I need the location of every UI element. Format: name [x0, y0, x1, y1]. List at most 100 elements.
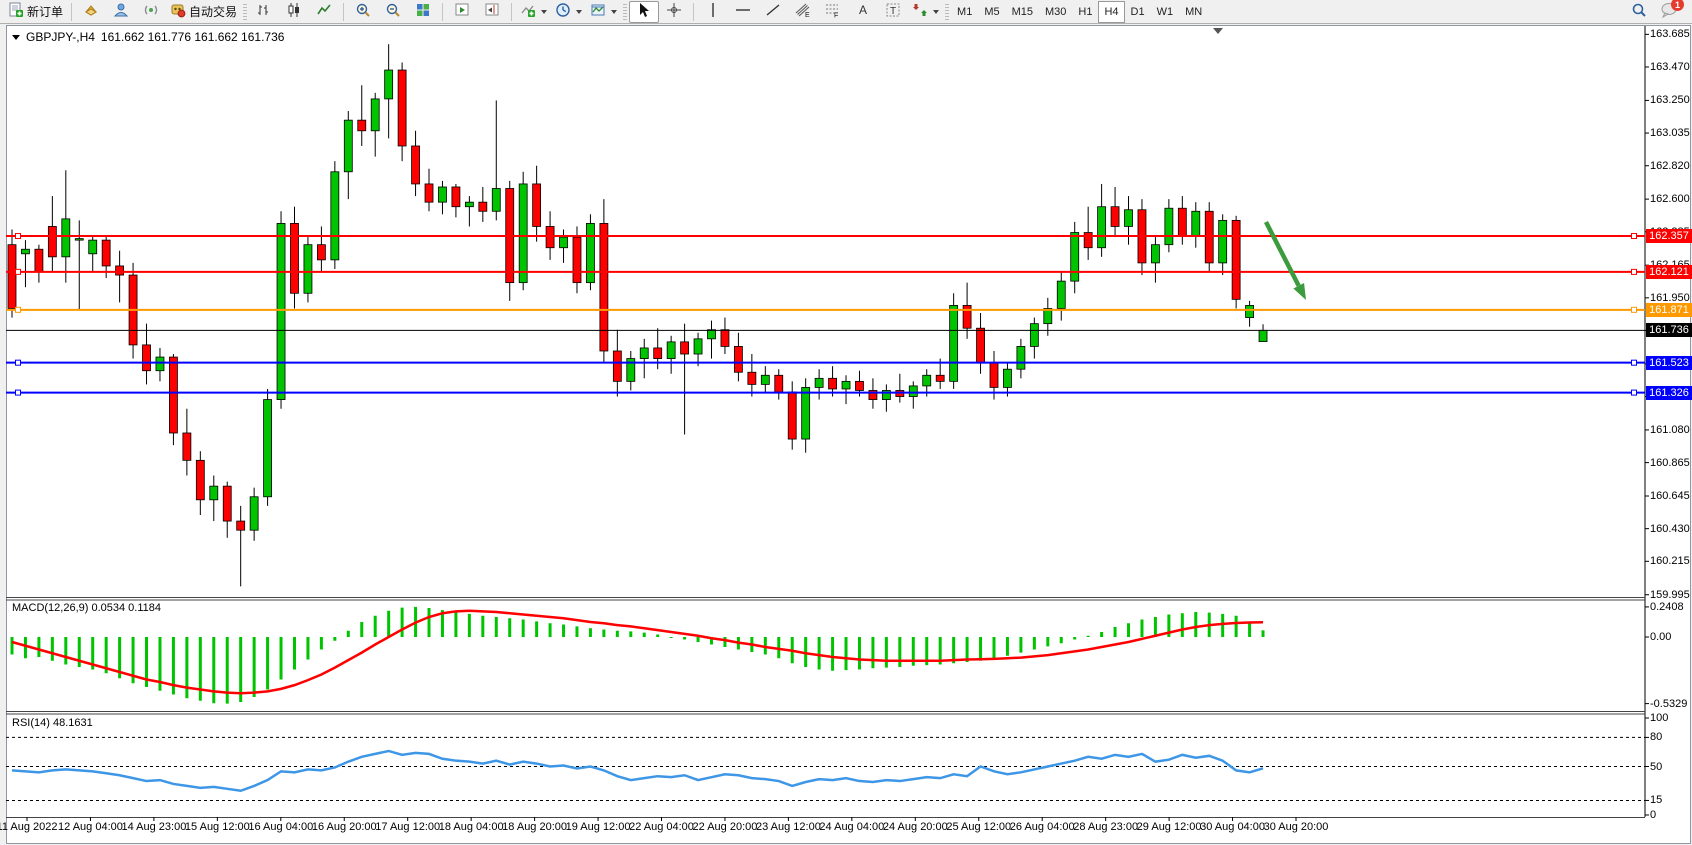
candle-body[interactable]: [344, 120, 352, 172]
candle-body[interactable]: [815, 378, 823, 387]
candle-body[interactable]: [1219, 220, 1227, 263]
line-handle[interactable]: [1632, 307, 1637, 312]
candle-body[interactable]: [923, 375, 931, 386]
candle-body[interactable]: [909, 386, 917, 397]
line-handle[interactable]: [1632, 390, 1637, 395]
candle-body[interactable]: [640, 348, 648, 359]
candle-body[interactable]: [573, 237, 581, 283]
candle-body[interactable]: [371, 99, 379, 131]
candle-body[interactable]: [196, 460, 204, 499]
candle-body[interactable]: [492, 188, 500, 211]
candle-body[interactable]: [1003, 369, 1011, 387]
candle-body[interactable]: [116, 266, 124, 275]
line-handle[interactable]: [1632, 269, 1637, 274]
candle-body[interactable]: [250, 497, 258, 530]
line-handle[interactable]: [16, 307, 21, 312]
candle-body[interactable]: [1057, 281, 1065, 308]
candle-body[interactable]: [977, 328, 985, 363]
candle-body[interactable]: [1017, 346, 1025, 369]
candle-body[interactable]: [560, 237, 568, 248]
candle-body[interactable]: [613, 351, 621, 381]
candle-body[interactable]: [358, 120, 366, 131]
candle-body[interactable]: [21, 249, 29, 254]
candle-body[interactable]: [936, 375, 944, 381]
candle-body[interactable]: [654, 348, 662, 359]
candle-body[interactable]: [1125, 210, 1133, 227]
candle-body[interactable]: [1111, 207, 1119, 227]
candle-body[interactable]: [546, 226, 554, 247]
candle-body[interactable]: [829, 378, 837, 389]
candle-body[interactable]: [1259, 330, 1267, 341]
line-handle[interactable]: [16, 269, 21, 274]
candle-body[interactable]: [1071, 233, 1079, 282]
candle-body[interactable]: [990, 363, 998, 387]
candle-body[interactable]: [102, 240, 110, 266]
candle-body[interactable]: [210, 486, 218, 500]
arrow-object-line[interactable]: [1266, 222, 1299, 286]
candle-body[interactable]: [143, 345, 151, 371]
candle-body[interactable]: [1205, 211, 1213, 263]
candle-body[interactable]: [317, 245, 325, 260]
candle-body[interactable]: [398, 70, 406, 146]
chart-canvas[interactable]: [0, 0, 1692, 845]
candle-body[interactable]: [721, 330, 729, 347]
candle-body[interactable]: [788, 392, 796, 439]
candle-body[interactable]: [1084, 233, 1092, 248]
candle-body[interactable]: [48, 226, 56, 256]
candle-body[interactable]: [223, 486, 231, 521]
candle-body[interactable]: [708, 330, 716, 339]
candle-body[interactable]: [519, 184, 527, 283]
candle-body[interactable]: [290, 223, 298, 293]
chart-menu-arrow-icon[interactable]: [12, 35, 20, 40]
candle-body[interactable]: [1098, 207, 1106, 248]
candle-body[interactable]: [1178, 208, 1186, 235]
line-handle[interactable]: [16, 234, 21, 239]
candle-body[interactable]: [734, 346, 742, 372]
line-handle[interactable]: [16, 390, 21, 395]
candle-body[interactable]: [277, 223, 285, 399]
candle-body[interactable]: [600, 223, 608, 351]
candle-body[interactable]: [89, 240, 97, 254]
candle-body[interactable]: [264, 400, 272, 497]
candle-body[interactable]: [1192, 211, 1200, 235]
candle-body[interactable]: [694, 339, 702, 354]
candle-body[interactable]: [385, 70, 393, 99]
candle-body[interactable]: [533, 184, 541, 227]
line-handle[interactable]: [16, 360, 21, 365]
candle-body[interactable]: [802, 387, 810, 439]
candle-body[interactable]: [479, 202, 487, 211]
candle-body[interactable]: [452, 187, 460, 207]
candle-body[interactable]: [8, 245, 16, 309]
candle-body[interactable]: [1232, 220, 1240, 299]
candle-body[interactable]: [75, 239, 83, 241]
candle-body[interactable]: [304, 245, 312, 294]
candle-body[interactable]: [465, 202, 473, 207]
candle-body[interactable]: [950, 305, 958, 381]
candle-body[interactable]: [1030, 324, 1038, 347]
candle-body[interactable]: [681, 342, 689, 354]
candle-body[interactable]: [156, 357, 164, 371]
candle-body[interactable]: [1165, 208, 1173, 244]
candle-body[interactable]: [183, 433, 191, 460]
candle-body[interactable]: [1151, 245, 1159, 263]
candle-body[interactable]: [586, 223, 594, 282]
candle-body[interactable]: [331, 172, 339, 260]
candle-body[interactable]: [412, 146, 420, 184]
candle-body[interactable]: [169, 357, 177, 433]
candle-body[interactable]: [761, 375, 769, 384]
candle-body[interactable]: [425, 184, 433, 202]
candle-body[interactable]: [842, 381, 850, 389]
line-handle[interactable]: [1632, 360, 1637, 365]
candle-body[interactable]: [237, 521, 245, 530]
candle-body[interactable]: [855, 381, 863, 390]
candle-body[interactable]: [438, 187, 446, 202]
candle-body[interactable]: [748, 372, 756, 384]
candle-body[interactable]: [1246, 305, 1254, 317]
candle-body[interactable]: [62, 219, 70, 257]
arrow-object-head[interactable]: [1293, 283, 1306, 300]
candle-body[interactable]: [775, 375, 783, 392]
candle-body[interactable]: [35, 249, 43, 272]
candle-body[interactable]: [667, 342, 675, 359]
line-handle[interactable]: [1632, 234, 1637, 239]
chart-shift-marker-icon[interactable]: [1213, 28, 1223, 34]
